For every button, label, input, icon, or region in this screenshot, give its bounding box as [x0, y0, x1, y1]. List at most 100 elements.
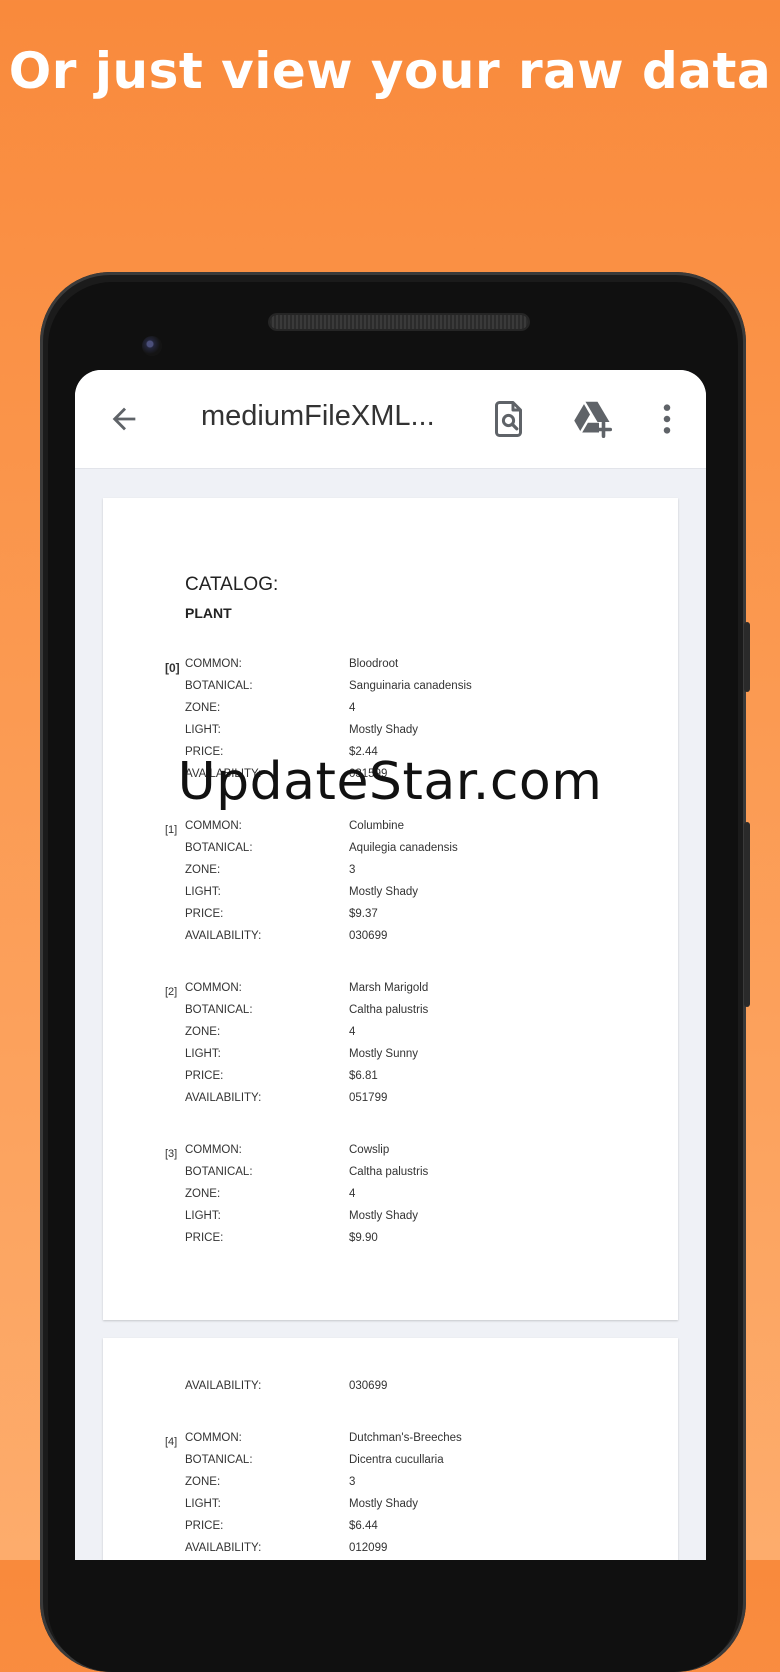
field-value: $6.81 — [349, 1070, 378, 1082]
record-field: LIGHT: Mostly Shady — [103, 1498, 678, 1520]
record-field: COMMON: Dutchman's-Breeches — [103, 1432, 678, 1454]
volume-button — [744, 622, 750, 692]
record-field: BOTANICAL: Dicentra cucullaria — [103, 1454, 678, 1476]
field-key: ZONE: — [185, 1188, 221, 1200]
back-button[interactable] — [97, 392, 151, 446]
preview-button[interactable] — [483, 392, 537, 446]
plant-record: [1] COMMON: Columbine BOTANICAL: Aquilegia… — [103, 820, 678, 952]
record-field: BOTANICAL: Sanguinaria canadensis — [103, 680, 678, 702]
record-field: PRICE: $6.81 — [103, 1070, 678, 1092]
field-key: PRICE: — [185, 908, 224, 920]
field-value: Caltha palustris — [349, 1166, 429, 1178]
field-key: BOTANICAL: — [185, 680, 253, 692]
record-field: PRICE: $6.44 — [103, 1520, 678, 1542]
more-options-button[interactable] — [640, 392, 694, 446]
document-page-1: CATALOG: PLANT [0] COMMON: Bloodroot BOTA… — [103, 498, 678, 1320]
record-field: COMMON: Bloodroot — [103, 658, 678, 680]
field-value: 4 — [349, 702, 356, 714]
carried-field: AVAILABILITY: 030699 — [103, 1380, 678, 1402]
record-field: LIGHT: Mostly Shady — [103, 724, 678, 746]
field-key: ZONE: — [185, 1026, 221, 1038]
field-key: BOTANICAL: — [185, 1004, 253, 1016]
field-key: AVAILABILITY: — [185, 1542, 262, 1554]
watermark-text: UpdateStar.com — [177, 752, 603, 812]
document-search-icon — [495, 401, 522, 437]
google-drive-add-icon — [574, 401, 613, 438]
document-page-2: AVAILABILITY: 030699 [4] COMMON: Dutchman'… — [103, 1338, 678, 1560]
field-value: $9.37 — [349, 908, 378, 920]
earpiece-speaker — [270, 315, 528, 329]
field-value: 3 — [349, 1476, 356, 1488]
field-key: AVAILABILITY: — [185, 930, 262, 942]
field-value: Sanguinaria canadensis — [349, 680, 472, 692]
record-field: ZONE: 4 — [103, 1026, 678, 1048]
field-key: AVAILABILITY: — [185, 1380, 262, 1392]
field-value: $9.90 — [349, 1232, 378, 1244]
more-vert-icon — [663, 404, 671, 434]
field-value: Mostly Shady — [349, 1498, 419, 1510]
field-value: Columbine — [349, 820, 404, 832]
record-field: COMMON: Marsh Marigold — [103, 982, 678, 1004]
record-field: LIGHT: Mostly Shady — [103, 1210, 678, 1232]
field-value: $6.44 — [349, 1520, 378, 1532]
record-field: ZONE: 4 — [103, 1188, 678, 1210]
field-value: Bloodroot — [349, 658, 399, 670]
record-field: BOTANICAL: Caltha palustris — [103, 1166, 678, 1188]
field-value: 012099 — [349, 1542, 388, 1554]
record-field: BOTANICAL: Caltha palustris — [103, 1004, 678, 1026]
field-value: 4 — [349, 1188, 356, 1200]
plant-record: [3] COMMON: Cowslip BOTANICAL: Caltha palu… — [103, 1144, 678, 1254]
record-field: PRICE: $9.90 — [103, 1232, 678, 1254]
field-value: Mostly Shady — [349, 886, 419, 898]
field-value: Aquilegia canadensis — [349, 842, 458, 854]
record-field: COMMON: Columbine — [103, 820, 678, 842]
field-key: COMMON: — [185, 982, 242, 994]
field-key: PRICE: — [185, 1070, 224, 1082]
field-key: LIGHT: — [185, 724, 221, 736]
field-value: Dicentra cucullaria — [349, 1454, 444, 1466]
save-to-drive-button[interactable] — [566, 392, 620, 446]
field-value: Marsh Marigold — [349, 982, 429, 994]
field-value: 030699 — [349, 930, 388, 942]
record-field: LIGHT: Mostly Shady — [103, 886, 678, 908]
field-key: AVAILABILITY: — [185, 1092, 262, 1104]
record-field: AVAILABILITY: 012099 — [103, 1542, 678, 1560]
record-field: AVAILABILITY: 051799 — [103, 1092, 678, 1114]
record-field: AVAILABILITY: 030699 — [103, 930, 678, 952]
promo-headline: Or just view your raw data — [8, 42, 772, 100]
field-key: ZONE: — [185, 702, 221, 714]
field-value: 051799 — [349, 1092, 388, 1104]
field-key: ZONE: — [185, 1476, 221, 1488]
record-field: COMMON: Cowslip — [103, 1144, 678, 1166]
record-field: PRICE: $9.37 — [103, 908, 678, 930]
field-key: COMMON: — [185, 820, 242, 832]
plant-record: [2] COMMON: Marsh Marigold BOTANICAL: Calt… — [103, 982, 678, 1114]
field-value: 030699 — [349, 1380, 388, 1392]
field-key: COMMON: — [185, 658, 242, 670]
field-key: ZONE: — [185, 864, 221, 876]
field-key: PRICE: — [185, 1520, 224, 1532]
field-value: Cowslip — [349, 1144, 390, 1156]
record-field: ZONE: 4 — [103, 702, 678, 724]
field-value: 3 — [349, 864, 356, 876]
record-field: BOTANICAL: Aquilegia canadensis — [103, 842, 678, 864]
app-bar: mediumFileXML... — [75, 370, 706, 469]
field-value: Mostly Shady — [349, 1210, 419, 1222]
field-value: Caltha palustris — [349, 1004, 429, 1016]
file-title: mediumFileXML... — [201, 400, 435, 432]
app-screen: mediumFileXML... CATALOG: PLANT [0] COMM… — [75, 370, 706, 1560]
field-key: PRICE: — [185, 1232, 224, 1244]
record-field: AVAILABILITY: 030699 — [103, 1380, 678, 1402]
record-field: LIGHT: Mostly Sunny — [103, 1048, 678, 1070]
field-key: BOTANICAL: — [185, 1454, 253, 1466]
field-key: LIGHT: — [185, 1048, 221, 1060]
field-key: COMMON: — [185, 1432, 242, 1444]
field-value: Dutchman's-Breeches — [349, 1432, 462, 1444]
plant-heading: PLANT — [185, 605, 232, 621]
field-key: BOTANICAL: — [185, 842, 253, 854]
field-value: Mostly Shady — [349, 724, 419, 736]
plant-record: [4] COMMON: Dutchman's-Breeches BOTANICAL… — [103, 1432, 678, 1560]
field-key: LIGHT: — [185, 1498, 221, 1510]
arrow-left-icon — [112, 407, 136, 431]
front-camera — [142, 336, 162, 356]
